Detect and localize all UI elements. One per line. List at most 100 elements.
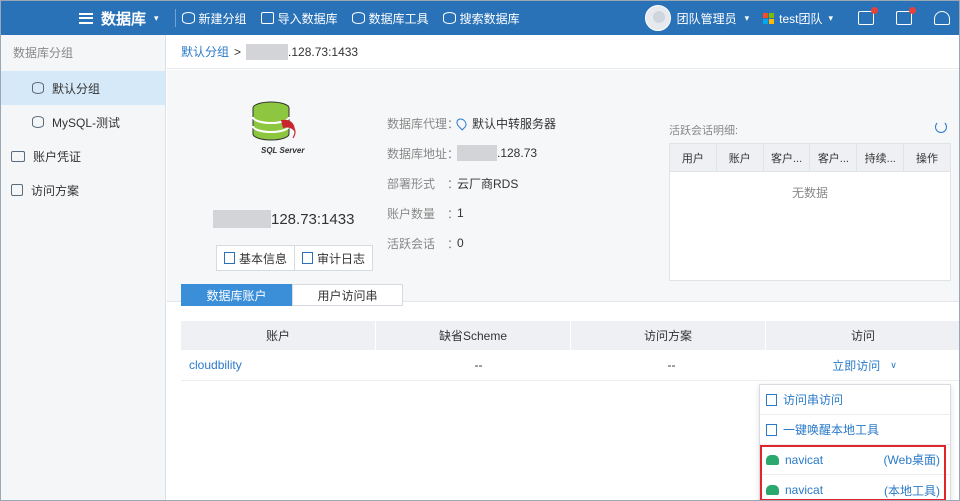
user-role[interactable]: 团队管理员 [677, 10, 737, 27]
database-tool-icon [351, 12, 365, 24]
session-detail-title: 活跃会话明细: [669, 125, 739, 137]
new-group-button[interactable]: 新建分组 [181, 10, 247, 27]
app-window: 数据库 ▾ 新建分组 导入数据库 数据库工具 搜索数据库 团队管理员 ▾ tes… [0, 0, 960, 501]
task-icon[interactable] [896, 7, 916, 25]
field-deployment: 部署形式 ： 云厂商RDS [387, 168, 556, 198]
breadcrumb-host: .128.73:1433 [288, 44, 359, 59]
sidebar-item-label: MySQL-测试 [52, 115, 121, 130]
refresh-icon[interactable] [935, 121, 947, 133]
breadcrumb-separator: > [234, 44, 242, 59]
audit-log-label: 审计日志 [317, 251, 366, 266]
top-right-controls: 团队管理员 ▾ test团队 ▾ [644, 1, 959, 35]
database-icon [32, 116, 44, 128]
sidebar-item-credentials[interactable]: 账户凭证 [1, 139, 165, 173]
database-info-panel: SQL Server 128.73:1433 基本信息 审计日志 数据库代理 ：… [167, 70, 959, 302]
import-icon [260, 12, 274, 24]
sidebar-item-access-plan[interactable]: 访问方案 [1, 173, 165, 207]
column-header: 访问方案 [571, 321, 766, 350]
sidebar-item-mysql-test[interactable]: MySQL-测试 [1, 105, 165, 139]
field-account-count: 账户数量 ： 1 [387, 198, 556, 228]
search-database-icon [442, 12, 456, 24]
accounts-table: 账户 缺省Scheme 访问方案 访问 cloudbility -- -- 立即… [181, 321, 959, 381]
database-tool-button[interactable]: 数据库工具 [351, 10, 429, 27]
redacted-block [457, 145, 497, 161]
column-header: 客户... [764, 144, 811, 171]
table-row: cloudbility -- -- 立即访问 ∨ [181, 350, 959, 381]
sidebar-item-default-group[interactable]: 默认分组 [1, 71, 165, 105]
address-value: .128.73 [497, 146, 538, 160]
account-link[interactable]: cloudbility [181, 350, 382, 380]
field-proxy: 数据库代理 ： 默认中转服务器 [387, 108, 556, 138]
column-header: 用户 [670, 144, 717, 171]
top-bar: 数据库 ▾ 新建分组 导入数据库 数据库工具 搜索数据库 团队管理员 ▾ tes… [1, 1, 959, 35]
chevron-down-icon[interactable]: ▾ [745, 13, 750, 24]
team-name[interactable]: test团队 [779, 10, 822, 27]
app-title: 数据库 [101, 10, 147, 28]
sql-server-logo: SQL Server [243, 98, 323, 168]
chevron-down-icon[interactable]: ∨ [890, 360, 897, 371]
account-tabs: 数据库账户 用户访问串 [181, 284, 403, 306]
redacted-block [246, 43, 289, 60]
avatar[interactable] [644, 5, 671, 31]
column-header: 持续... [857, 144, 905, 171]
visit-now-label: 立即访问 [832, 358, 881, 373]
menu-item-wake-local-tool[interactable]: 一键唤醒本地工具 [760, 415, 950, 445]
tab-database-accounts[interactable]: 数据库账户 [181, 284, 292, 306]
deployment-value: 云厂商RDS [457, 176, 519, 191]
location-icon [454, 115, 469, 131]
team-logo-icon [763, 12, 775, 24]
message-icon[interactable] [858, 7, 878, 25]
audit-log-button[interactable]: 审计日志 [295, 245, 374, 271]
tab-user-access-strings[interactable]: 用户访问串 [292, 284, 403, 306]
log-icon [302, 252, 314, 264]
support-icon[interactable] [934, 11, 950, 25]
sql-server-logo-icon [252, 101, 296, 141]
notification-dot [909, 7, 916, 14]
breadcrumb-root-link[interactable]: 默认分组 [181, 43, 229, 60]
basic-info-button[interactable]: 基本信息 [216, 245, 296, 271]
app-menu-button[interactable]: 数据库 ▾ [1, 1, 171, 35]
edit-icon [224, 252, 235, 264]
database-icon [32, 82, 44, 94]
document-icon [11, 184, 23, 196]
sql-server-logo-text: SQL Server [261, 146, 305, 155]
column-header: 操作 [916, 152, 939, 165]
accounts-table-header: 账户 缺省Scheme 访问方案 访问 [181, 321, 959, 350]
sidebar-section-title: 数据库分组 [13, 46, 74, 60]
column-header: 缺省Scheme [376, 321, 571, 350]
scheme-cell: -- [474, 358, 483, 372]
active-sessions-value: 0 [457, 236, 464, 250]
menu-item-label: 一键唤醒本地工具 [783, 423, 880, 437]
chevron-down-icon: ▾ [154, 12, 159, 23]
column-header: 访问 [766, 321, 959, 350]
database-name-text: 128.73:1433 [271, 210, 355, 228]
menu-item-access-string[interactable]: 访问串访问 [760, 385, 950, 415]
search-database-button[interactable]: 搜索数据库 [442, 10, 520, 27]
empty-state-text: 无数据 [791, 186, 828, 200]
import-database-button[interactable]: 导入数据库 [260, 10, 338, 27]
document-icon [766, 393, 777, 406]
sidebar-item-label: 默认分组 [52, 81, 101, 96]
import-database-label: 导入数据库 [277, 11, 338, 26]
sidebar-item-label: 访问方案 [31, 183, 80, 198]
account-count-value: 1 [457, 206, 464, 220]
field-address: 数据库地址 ： .128.73 [387, 138, 556, 168]
field-key: 活跃会话 [387, 236, 436, 251]
database-fields: 数据库代理 ： 默认中转服务器 数据库地址 ： .128.73 部署形式 ： 云… [387, 108, 556, 258]
chevron-down-icon[interactable]: ▾ [828, 13, 833, 24]
notification-dot [871, 7, 878, 14]
field-active-sessions: 活跃会话 ： 0 [387, 228, 556, 258]
breadcrumb: 默认分组 > .128.73:1433 [167, 35, 959, 69]
field-colon: ： [447, 176, 460, 191]
database-action-buttons: 基本信息 审计日志 [216, 245, 374, 271]
highlight-box [760, 445, 946, 500]
field-key: 账户数量 [387, 206, 436, 221]
sidebar: 数据库分组 默认分组 MySQL-测试 账户凭证 访问方案 [1, 35, 166, 500]
proxy-value: 默认中转服务器 [472, 116, 557, 131]
field-key: 数据库地址 [387, 146, 448, 161]
search-database-label: 搜索数据库 [459, 11, 520, 26]
id-card-icon [11, 150, 25, 162]
visit-now-button[interactable]: 立即访问 ∨ [768, 350, 959, 380]
field-value: 默认中转服务器 [454, 115, 557, 132]
field-key: 数据库代理 [387, 116, 448, 131]
